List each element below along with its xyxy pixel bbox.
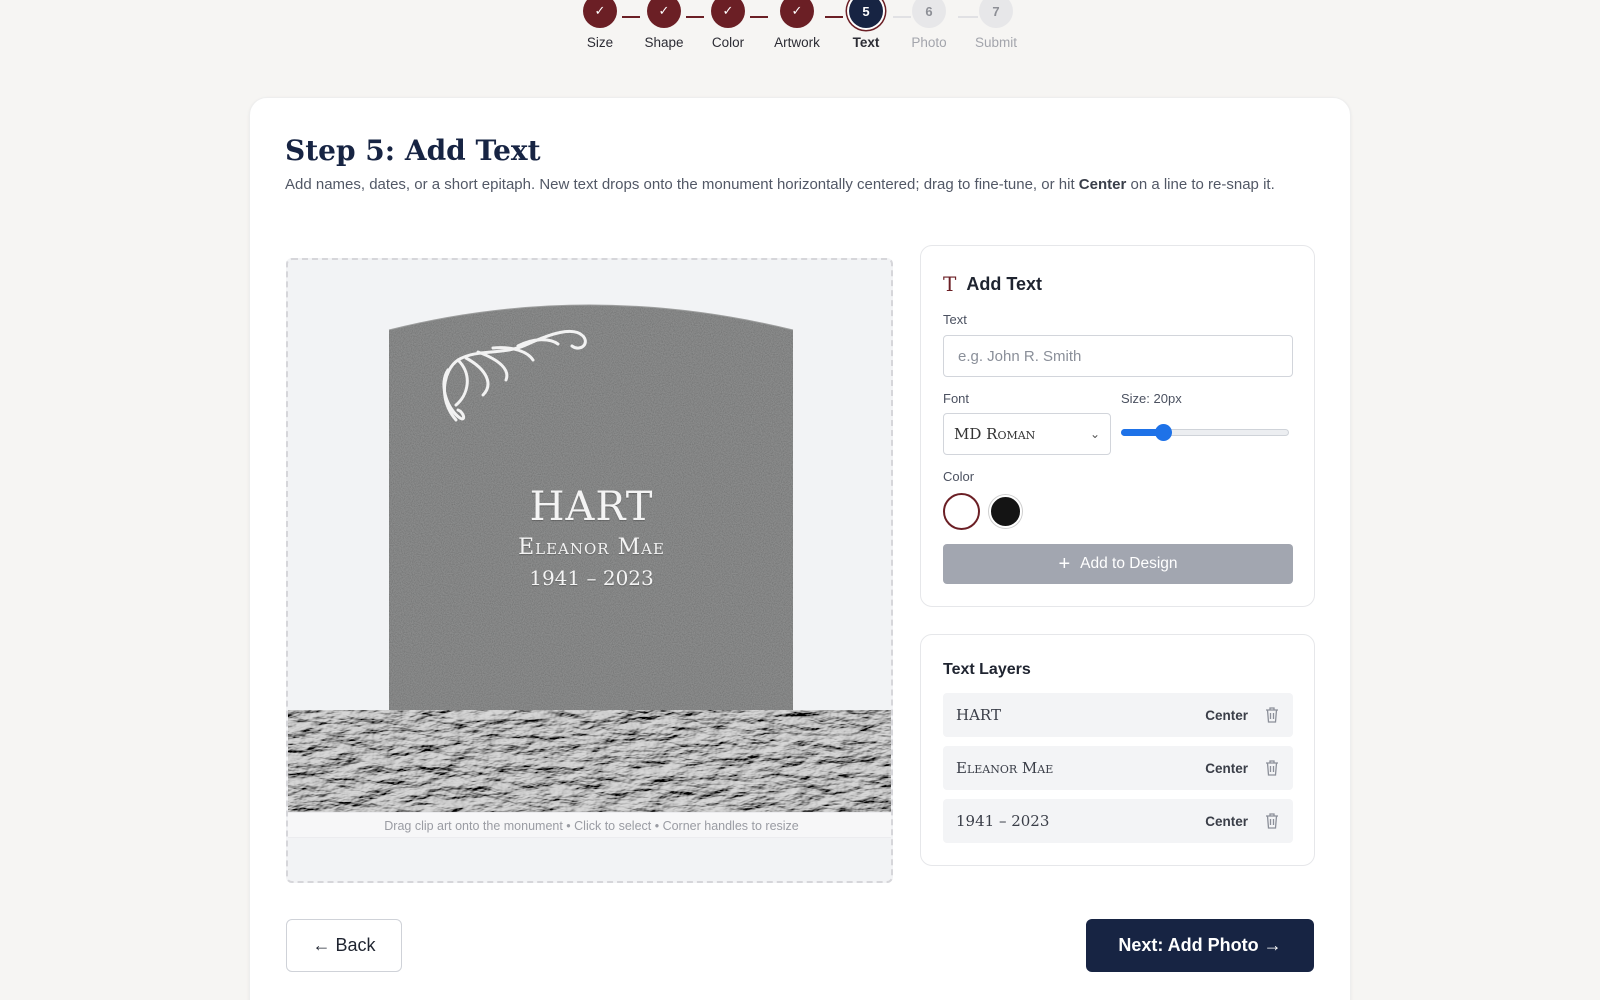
add-text-heading: T Add Text — [943, 272, 1042, 296]
panel-title: Add Text — [966, 273, 1043, 294]
add-button-label: Add to Design — [1080, 555, 1178, 572]
progress-stepper: ✓ Size ✓ Shape ✓ Color ✓ Artwork 5 Text … — [0, 0, 1600, 54]
chevron-down-icon: ⌄ — [1089, 427, 1100, 441]
step-circle: 7 — [979, 0, 1013, 28]
page-title: Step 5: Add Text — [285, 134, 541, 167]
size-field-label: Size: 20px — [1121, 391, 1182, 406]
step-label: Color — [711, 35, 745, 50]
step-size[interactable]: ✓ Size — [565, 0, 635, 50]
add-text-panel: T Add Text Text Font MD Roman ⌄ Size: 20… — [920, 245, 1315, 607]
step-label: Text — [852, 35, 880, 50]
page-description: Add names, dates, or a short epitaph. Ne… — [285, 174, 1325, 196]
next-add-photo-button[interactable]: Next: Add Photo → — [1086, 919, 1314, 972]
trash-icon[interactable] — [1264, 706, 1280, 724]
step-label: Submit — [974, 35, 1018, 50]
inscription-line-2[interactable]: Eleanor Mae — [288, 535, 891, 560]
trash-icon[interactable] — [1264, 759, 1280, 777]
layer-row[interactable]: 1941 – 2023 Center — [943, 799, 1293, 843]
trash-icon[interactable] — [1264, 812, 1280, 830]
center-button[interactable]: Center — [1205, 761, 1248, 776]
desc-text: on a line to re-snap it. — [1126, 176, 1275, 193]
design-canvas[interactable]: HART Eleanor Mae 1941 – 2023 Drag clip a… — [286, 258, 893, 883]
center-button[interactable]: Center — [1205, 814, 1248, 829]
back-button[interactable]: ← Back — [286, 919, 402, 972]
step-photo: 6 Photo — [894, 0, 964, 50]
layer-row[interactable]: HART Center — [943, 693, 1293, 737]
step-submit: 7 Submit — [961, 0, 1031, 50]
layer-row[interactable]: Eleanor Mae Center — [943, 746, 1293, 790]
inscription-line-1[interactable]: HART — [288, 484, 891, 530]
layers-heading: Text Layers — [943, 661, 1031, 678]
step-circle: 6 — [912, 0, 946, 28]
text-input[interactable] — [943, 335, 1293, 377]
step-label: Shape — [644, 35, 684, 50]
font-select-value: MD Roman — [954, 425, 1036, 443]
color-field-label: Color — [943, 469, 975, 484]
step-artwork[interactable]: ✓ Artwork — [762, 0, 832, 50]
font-select[interactable]: MD Roman ⌄ — [943, 413, 1111, 455]
step-circle: ✓ — [711, 0, 745, 28]
step-shape[interactable]: ✓ Shape — [629, 0, 699, 50]
plus-icon: + — [1058, 552, 1071, 575]
color-swatch-black[interactable] — [989, 495, 1022, 528]
step-circle: ✓ — [647, 0, 681, 28]
text-field-label: Text — [943, 312, 967, 327]
step-label: Photo — [911, 35, 947, 50]
text-layers-panel: Text Layers HART Center Eleanor Mae Cent… — [920, 634, 1315, 866]
color-swatch-white[interactable] — [943, 493, 980, 530]
step-circle: ✓ — [780, 0, 814, 28]
desc-text: Add names, dates, or a short epitaph. Ne… — [285, 176, 1079, 193]
text-icon: T — [943, 272, 957, 296]
step-circle: ✓ — [583, 0, 617, 28]
step-circle: 5 — [849, 0, 883, 28]
slider-thumb[interactable] — [1155, 424, 1172, 441]
font-field-label: Font — [943, 391, 970, 406]
canvas-hint: Drag clip art onto the monument • Click … — [288, 812, 891, 838]
base-shape — [288, 710, 891, 812]
layer-name: Eleanor Mae — [956, 759, 1054, 777]
add-to-design-button[interactable]: + Add to Design — [943, 544, 1293, 584]
inscription-line-3[interactable]: 1941 – 2023 — [288, 566, 891, 590]
center-button[interactable]: Center — [1205, 708, 1248, 723]
step-label: Artwork — [774, 35, 820, 50]
size-slider[interactable] — [1121, 422, 1289, 442]
step-color[interactable]: ✓ Color — [693, 0, 763, 50]
layer-name: HART — [956, 706, 1001, 724]
step-text[interactable]: 5 Text — [831, 0, 901, 50]
desc-bold: Center — [1078, 176, 1127, 193]
step-label: Size — [586, 35, 614, 50]
layer-name: 1941 – 2023 — [956, 812, 1050, 830]
